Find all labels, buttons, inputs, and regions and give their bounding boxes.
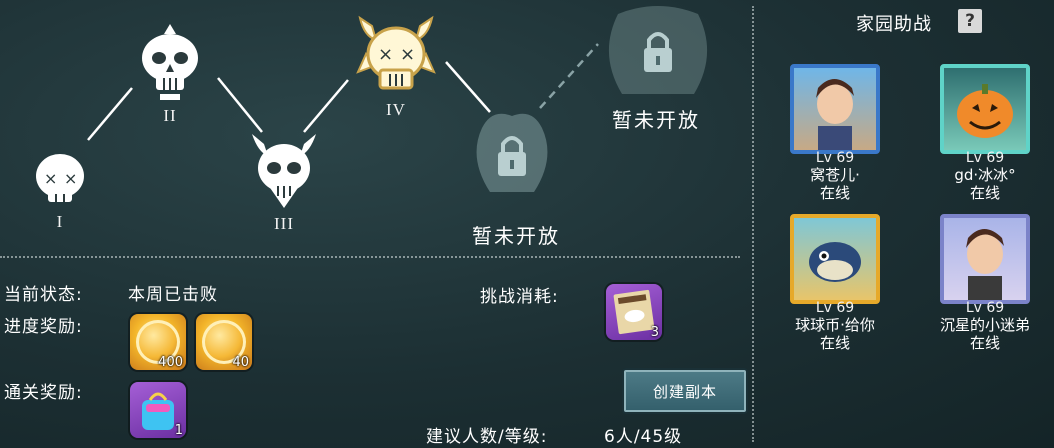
friend-level: Lv 69 [815,300,855,316]
svg-text:×: × [400,44,415,65]
panel-title: 家园助战 [856,14,932,35]
friend-status: 在线 [819,334,850,352]
boss-numeral: I [56,212,64,231]
cost-item[interactable]: 3 [606,284,662,340]
friend-name: gd·冰冰° [954,166,1016,184]
avatar-figure [966,229,1004,300]
boss-node-1[interactable]: × × I [30,148,90,232]
friend-name: 球球币·给你 [795,316,875,334]
boss-node-2[interactable]: II [136,22,204,126]
skull-icon: × × [36,154,84,202]
lock-icon [608,6,708,94]
recommend-value: 6人/45级 [604,427,683,447]
boss-node-4[interactable]: × × IV [354,14,438,120]
friend-card[interactable]: Lv 69 窝苍儿· 在线 [770,64,900,202]
friend-name: 沉星的小迷弟 [939,316,1030,334]
locked-label: 暂未开放 [472,224,560,248]
lock-icon [476,113,548,192]
locked-boss-node[interactable] [598,4,718,108]
boss-numeral: IV [386,100,406,119]
friend-level: Lv 69 [815,150,855,166]
skull-icon [142,24,198,100]
friend-level: Lv 69 [965,300,1005,316]
create-instance-button[interactable]: 创建副本 [624,370,746,412]
item-quantity: 40 [232,355,249,370]
help-glyph: ? [965,11,975,31]
avatar [940,214,1030,304]
friend-card[interactable]: Lv 69 沉星的小迷弟 在线 [920,214,1050,352]
boss-numeral: II [163,106,177,125]
friend-name: 窝苍儿· [810,166,860,184]
current-status-label: 当前状态: [4,285,83,305]
clear-reward-label: 通关奖励: [4,383,83,403]
pufferfish-avatar-figure [809,242,861,282]
friend-status: 在线 [969,184,1000,202]
friend-status: 在线 [819,184,850,202]
locked-label: 暂未开放 [612,108,700,132]
reward-item[interactable]: 40 [196,314,252,370]
avatar [790,214,880,304]
challenge-cost-label: 挑战消耗: [480,287,559,307]
help-icon[interactable]: ? [958,9,982,33]
progress-reward-label: 进度奖励: [4,317,83,337]
current-status-value: 本周已击败 [128,285,218,305]
item-quantity: 400 [158,355,183,370]
boss-node-3[interactable]: III [244,126,324,234]
reward-item[interactable]: 1 [130,382,186,438]
crowned-skull-icon: × × [356,15,436,90]
boss-numeral: III [274,214,294,233]
horned-skull-icon [252,134,316,208]
svg-text:×: × [378,44,393,65]
avatar [790,64,880,154]
friend-level: Lv 69 [965,150,1005,166]
recommend-label: 建议人数/等级: [426,427,548,447]
vertical-divider [752,6,754,442]
item-quantity: 1 [174,423,183,438]
horizontal-divider [0,256,740,258]
avatar [940,64,1030,154]
svg-text:×: × [64,169,77,188]
avatar-figure [816,79,854,150]
friend-card[interactable]: Lv 69 球球币·给你 在线 [770,214,900,352]
reward-item[interactable]: 400 [130,314,186,370]
pumpkin-avatar-figure [957,84,1013,138]
svg-text:×: × [44,169,57,188]
friend-card[interactable]: Lv 69 gd·冰冰° 在线 [920,64,1050,202]
locked-boss-node[interactable] [472,108,552,216]
friend-status: 在线 [969,334,1000,352]
item-quantity: 3 [650,325,659,340]
